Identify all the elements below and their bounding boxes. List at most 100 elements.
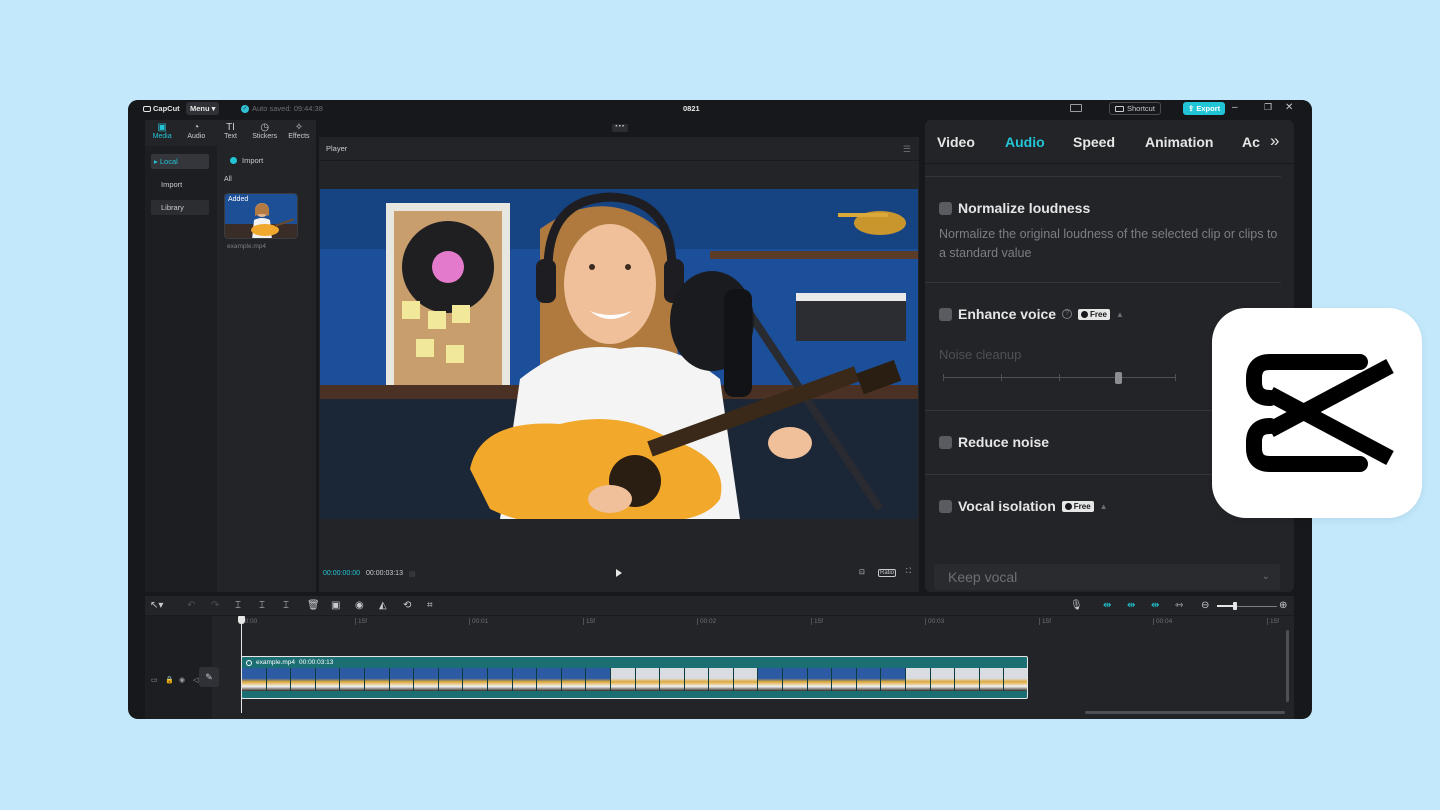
keep-vocal-select[interactable]: Keep vocal ⌄ [934, 564, 1280, 590]
split-left-icon[interactable]: ⌶ [259, 600, 265, 612]
import-label: Import [242, 156, 264, 165]
zoom-handle[interactable] [1233, 602, 1237, 610]
ruler-tick [583, 618, 584, 625]
clip-frame [709, 668, 734, 691]
zoom-out-icon[interactable]: ⊖ [1201, 600, 1209, 612]
audio-icon: ◔ [193, 122, 200, 133]
split-right-icon[interactable]: ⌶ [283, 600, 289, 612]
tab-speed[interactable]: Speed [1073, 134, 1115, 150]
all-filter[interactable]: All [224, 176, 232, 183]
shortcut-button[interactable]: Shortcut [1109, 102, 1161, 115]
tab-animation[interactable]: Animation [1145, 134, 1213, 150]
checkbox[interactable] [939, 201, 952, 215]
autosave-status: ✓ Auto saved: 09:44:38 [241, 104, 323, 113]
clip-frame [438, 668, 464, 691]
free-label: Free [1090, 309, 1107, 319]
clip-frame [364, 668, 390, 691]
player-title: Player [326, 144, 348, 153]
close-icon[interactable]: ✕ [1285, 102, 1293, 113]
caret-up-icon[interactable]: ▲ [1100, 502, 1108, 511]
stickers-icon: ◷ [260, 122, 270, 133]
reduce-noise-label: Reduce noise [958, 434, 1050, 450]
menu-button[interactable]: Menu ▾ [186, 102, 220, 115]
vocal-isolation-label: Vocal isolation [958, 498, 1056, 514]
delete-icon[interactable]: 🗑 [307, 600, 320, 612]
linkage-icon[interactable]: ⇹ [1151, 600, 1159, 612]
sidebar-item-library[interactable]: Library [151, 200, 209, 215]
double-chevron-right-icon[interactable]: » [1270, 131, 1279, 151]
microphone-icon[interactable]: 🎙 [1070, 600, 1083, 612]
clip-frame [684, 668, 710, 691]
ratio-button[interactable]: Ratio [878, 569, 897, 577]
caret-up-icon[interactable]: ▲ [1116, 310, 1124, 319]
more-dots-icon[interactable]: ··· [612, 122, 628, 132]
split-icon[interactable]: ⌶ [235, 600, 241, 612]
crop-icon[interactable]: ⌗ [427, 600, 433, 612]
preview-axis-icon[interactable]: ⇿ [1175, 600, 1183, 612]
reverse-icon[interactable]: ◉ [355, 600, 364, 612]
mute-icon[interactable]: ◁ [193, 676, 198, 684]
export-label: Export [1196, 104, 1221, 113]
ruler-label: 00:03 [928, 618, 945, 625]
tab-video[interactable]: Video [937, 134, 975, 150]
normalize-label: Normalize loudness [958, 200, 1091, 216]
checkbox[interactable] [939, 307, 952, 321]
import-button[interactable]: Import [230, 156, 263, 165]
tab-text-label: Text [224, 133, 237, 140]
mirror-icon[interactable]: ◭ [379, 600, 387, 612]
title-bar: CapCut Menu ▾ ✓ Auto saved: 09:44:38 082… [128, 100, 1312, 118]
checkbox[interactable] [939, 499, 952, 513]
rotate-icon[interactable]: ⟲ [403, 600, 411, 612]
player-menu-icon[interactable]: ☰ [903, 137, 911, 161]
clip-frame [979, 668, 1005, 691]
capcut-logo-icon [1246, 354, 1394, 472]
video-preview[interactable] [320, 189, 918, 519]
layout-icon[interactable] [1070, 104, 1082, 112]
reduce-noise-toggle[interactable]: Reduce noise [939, 434, 1049, 450]
video-clip[interactable]: example.mp4 00:00:03:13 [241, 656, 1028, 699]
tab-media[interactable]: ▣ Media [145, 120, 179, 146]
tab-adjust[interactable]: Ac [1242, 134, 1262, 150]
export-button[interactable]: ⇪ Export [1183, 102, 1226, 115]
eye-icon[interactable]: ◉ [179, 676, 185, 684]
cover-button[interactable]: ✎ [199, 667, 219, 687]
slider-handle[interactable] [1115, 372, 1122, 384]
grid-icon[interactable]: ▤ [409, 570, 416, 578]
fit-screen-icon[interactable]: ⊡ [859, 568, 865, 576]
minimize-icon[interactable]: – [1232, 102, 1238, 113]
player-panel: Player ☰ 00:00:00:00 00:00:03:13 ▤ ⊡ Rat… [319, 137, 919, 592]
timeline-ruler[interactable]: 00:00 15f 00:01 15f 00:02 15f 00:03 15f … [225, 616, 1294, 630]
link-main-track-icon[interactable]: ⇹ [1103, 600, 1111, 612]
restore-icon[interactable]: ❐ [1264, 102, 1272, 113]
track-video-icon[interactable]: ▭ [151, 676, 158, 684]
help-icon[interactable]: ? [1062, 309, 1073, 319]
clip-filmstrip [242, 668, 1027, 691]
tab-text[interactable]: TI Text [213, 120, 247, 146]
enhance-voice-toggle[interactable]: Enhance voice ? Free ▲ [939, 306, 1124, 322]
play-icon[interactable] [616, 569, 622, 577]
vocal-isolation-toggle[interactable]: Vocal isolation Free ▲ [939, 498, 1108, 514]
sidebar-item-import[interactable]: Import [151, 177, 209, 192]
tab-stickers[interactable]: ◷ Stickers [248, 120, 282, 146]
tab-audio[interactable]: Audio [1005, 134, 1045, 150]
fullscreen-icon[interactable]: ⛶ [906, 568, 911, 576]
freeze-icon[interactable]: ▣ [331, 600, 340, 612]
capcut-logo-card [1212, 308, 1422, 518]
magnet-icon[interactable]: ⇹ [1127, 600, 1135, 612]
media-thumbnail[interactable]: Added [224, 193, 298, 239]
normalize-loudness-toggle[interactable]: Normalize loudness [939, 200, 1090, 216]
undo-icon[interactable]: ↶ [187, 600, 195, 612]
lock-icon[interactable]: 🔒 [165, 676, 174, 684]
select-cursor-icon[interactable]: ↖▾ [150, 600, 163, 612]
playhead-handle[interactable] [238, 616, 245, 624]
playhead[interactable] [241, 616, 242, 713]
horizontal-scrollbar[interactable] [1085, 711, 1285, 714]
zoom-in-icon[interactable]: ⊕ [1279, 600, 1287, 612]
clip-frame [610, 668, 636, 691]
checkbox[interactable] [939, 435, 952, 449]
tab-effects[interactable]: ✧ Effects [282, 120, 316, 146]
redo-icon[interactable]: ↷ [211, 600, 219, 612]
sidebar-item-local[interactable]: ▸ Local [151, 154, 209, 169]
tab-audio[interactable]: ◔ Audio [179, 120, 213, 146]
vertical-scrollbar[interactable] [1286, 630, 1289, 702]
